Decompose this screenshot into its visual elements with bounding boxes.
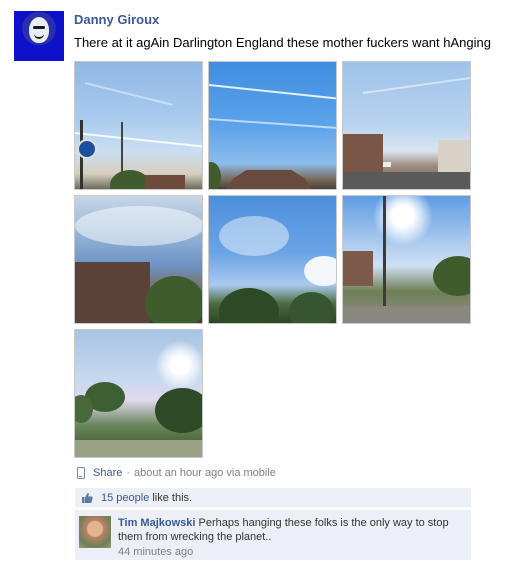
photo-cloudy-houses[interactable] bbox=[74, 195, 203, 324]
post-actions: Share · about an hour ago via mobile bbox=[77, 467, 276, 479]
post-timestamp[interactable]: about an hour ago via mobile bbox=[134, 467, 276, 479]
commenter-avatar[interactable] bbox=[79, 516, 111, 548]
photo-contrails-sign[interactable] bbox=[74, 61, 203, 190]
comment-timestamp[interactable]: 44 minutes ago bbox=[118, 546, 193, 558]
photo-street-sun[interactable] bbox=[342, 195, 471, 324]
share-link[interactable]: Share bbox=[93, 467, 122, 479]
post-message: There at it agAin Darlington England the… bbox=[74, 35, 491, 50]
thumbs-up-icon bbox=[81, 492, 93, 504]
mobile-phone-icon bbox=[77, 467, 85, 479]
photo-contrails-roof[interactable] bbox=[208, 61, 337, 190]
likes-bar: 15 people like this. bbox=[75, 488, 471, 508]
like-count-link[interactable]: 15 people bbox=[101, 492, 149, 504]
avatar-mask-graphic bbox=[29, 17, 49, 43]
photo-park-sun[interactable] bbox=[74, 329, 203, 458]
comment-item: Tim Majkowski Perhaps hanging these folk… bbox=[75, 510, 471, 560]
separator-dot: · bbox=[126, 467, 131, 479]
commenter-name[interactable]: Tim Majkowski bbox=[118, 517, 195, 529]
photo-street-houses[interactable] bbox=[342, 61, 471, 190]
post-author-name[interactable]: Danny Giroux bbox=[74, 12, 159, 27]
comment-body: Tim Majkowski Perhaps hanging these folk… bbox=[118, 516, 463, 544]
photo-clouds-trees[interactable] bbox=[208, 195, 337, 324]
post-author-avatar[interactable] bbox=[14, 11, 64, 61]
likes-suffix: like this. bbox=[152, 491, 193, 504]
